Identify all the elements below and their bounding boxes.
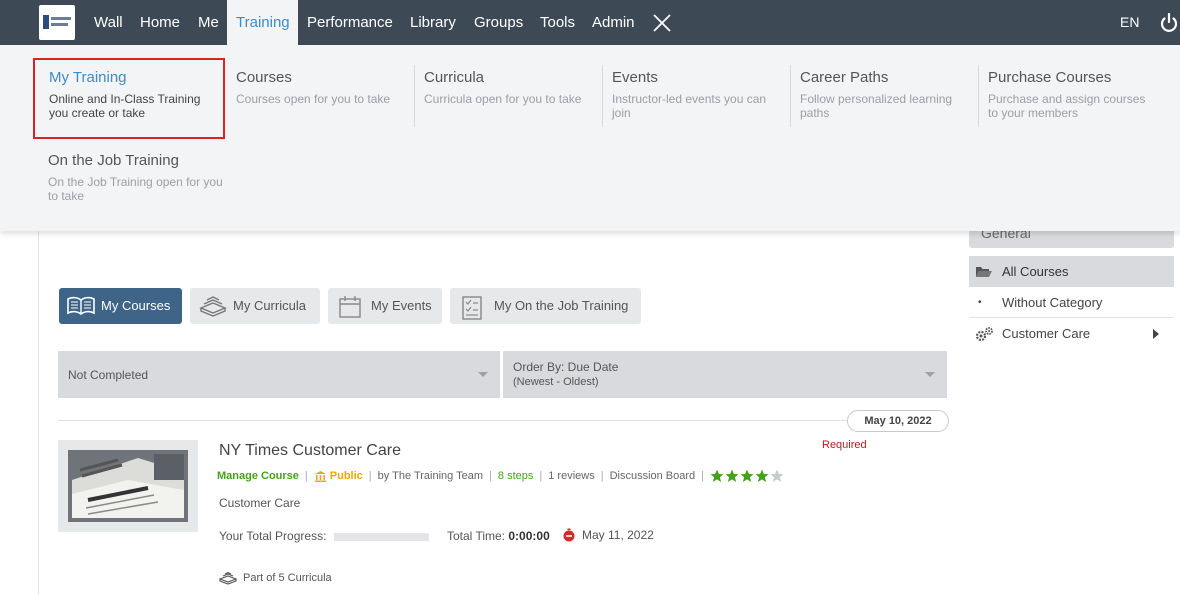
sidebar-item-all-courses[interactable]: All Courses [969,256,1174,287]
total-time-label: Total Time: [447,529,506,543]
status-filter-value: Not Completed [68,368,149,382]
menu-item-desc: Courses open for you to take [236,92,391,106]
chevron-down-icon [478,372,488,377]
bullet-icon: • [978,297,982,308]
gears-icon [975,327,993,342]
menu-item-title: Career Paths [800,69,889,86]
tab-label: My Courses [101,298,171,313]
menu-item-curricula[interactable]: Curricula Curricula open for you to take [414,65,584,127]
menu-item-career-paths[interactable]: Career Paths Follow personalized learnin… [790,65,968,127]
menu-item-desc: On the Job Training open for you to take [48,175,223,203]
menu-item-on-the-job-training[interactable]: On the Job Training On the Job Training … [48,152,223,203]
close-menu-icon[interactable] [651,12,673,34]
menu-item-courses[interactable]: Courses Courses open for you to take [236,69,406,106]
discussion-board-link[interactable]: Discussion Board [610,470,696,482]
menu-item-desc: Online and In-Class Training you create … [49,92,201,120]
power-icon[interactable] [1158,12,1180,34]
tab-my-curricula[interactable]: My Curricula [190,288,320,324]
chevron-right-icon[interactable] [1153,329,1159,339]
nav-item-training[interactable]: Training [227,0,298,45]
course-title-link[interactable]: NY Times Customer Care [219,442,401,460]
course-category: Customer Care [219,496,301,510]
nav-item-performance[interactable]: Performance [298,0,402,45]
menu-item-title: My Training [49,69,127,86]
star-icon [740,469,754,482]
nav-item-home[interactable]: Home [131,0,189,45]
star-icon [710,469,724,482]
menu-item-title: Curricula [424,69,485,86]
tab-my-on-the-job-training[interactable]: My On the Job Training [450,288,641,324]
due-date-value: May 11, 2022 [582,528,654,542]
menu-item-title: Courses [236,69,292,86]
books-stack-icon [199,296,227,317]
rating-stars [710,469,785,483]
training-dropdown-menu: My Training Online and In-Class Training… [0,45,1180,231]
chevron-down-icon [925,372,935,377]
order-by-select[interactable]: Order By: Due Date (Newest - Oldest) [503,351,947,398]
curricula-count[interactable]: Part of 5 Curricula [219,571,332,585]
tab-label: My Curricula [233,298,306,313]
course-steps-link[interactable]: 8 steps [498,470,533,482]
sidebar-item-customer-care[interactable]: Customer Care [969,319,1174,349]
nav-item-wall[interactable]: Wall [85,0,132,45]
menu-item-desc: Curricula open for you to take [424,92,582,106]
menu-item-title: Events [612,69,658,86]
course-reviews-link[interactable]: 1 reviews [548,470,594,482]
progress-bar [334,533,429,541]
tab-label: My On the Job Training [494,298,629,313]
total-time-value: 0:00:00 [508,529,550,543]
menu-item-desc: Instructor-led events you can join [612,92,767,120]
sidebar-item-without-category[interactable]: • Without Category [969,288,1174,318]
bank-icon [314,471,326,482]
date-group-label: May 10, 2022 [847,410,949,432]
manage-course-link[interactable]: Manage Course [217,470,299,482]
due-date: May 11, 2022 [562,528,654,542]
course-author: by The Training Team [377,470,484,482]
star-icon [770,469,784,482]
tab-my-events[interactable]: My Events [328,288,442,324]
status-filter-select[interactable]: Not Completed [58,351,500,398]
clock-alert-icon [563,528,575,542]
sidebar-item-label: All Courses [1002,264,1069,279]
course-thumbnail[interactable] [58,440,198,532]
checklist-icon [462,296,482,320]
required-label: Required [822,439,867,451]
top-nav-bar: Wall Home Me Training Performance Librar… [0,0,1180,45]
sidebar-item-label: Without Category [1002,295,1103,310]
menu-item-title: On the Job Training [48,152,179,169]
open-book-icon [67,296,95,315]
menu-item-purchase-courses[interactable]: Purchase Courses Purchase and assign cou… [978,65,1158,127]
menu-item-desc: Follow personalized learning paths [800,92,953,120]
menu-item-desc: Purchase and assign courses to your memb… [988,92,1146,120]
date-divider [58,420,947,421]
visibility-badge: Public [329,470,363,482]
content-border [38,231,39,595]
progress-label: Your Total Progress: [219,529,327,543]
nav-item-groups[interactable]: Groups [465,0,532,45]
tab-label: My Events [371,298,432,313]
order-by-sub: (Newest - Oldest) [513,376,599,388]
order-by-value: Order By: Due Date [513,360,619,374]
nav-item-tools[interactable]: Tools [531,0,584,45]
brand-logo[interactable] [39,5,75,40]
sidebar-item-label: Customer Care [1002,326,1091,341]
calendar-icon [339,296,361,318]
menu-item-title: Purchase Courses [988,69,1112,86]
folder-open-icon [976,267,992,277]
course-meta-row: Manage Course | Public | by The Training… [217,468,785,484]
total-time: Total Time: 0:00:00 [447,529,550,543]
nav-item-library[interactable]: Library [401,0,465,45]
star-icon [725,469,739,482]
curricula-count-text: Part of 5 Curricula [243,572,332,584]
menu-item-my-training[interactable]: My Training Online and In-Class Training… [33,58,225,139]
language-selector[interactable]: EN [1120,0,1139,45]
tab-my-courses[interactable]: My Courses [59,288,182,324]
books-stack-icon [219,571,237,585]
nav-item-me[interactable]: Me [189,0,228,45]
star-icon [755,469,769,482]
nav-item-admin[interactable]: Admin [583,0,644,45]
menu-item-events[interactable]: Events Instructor-led events you can joi… [602,65,777,127]
